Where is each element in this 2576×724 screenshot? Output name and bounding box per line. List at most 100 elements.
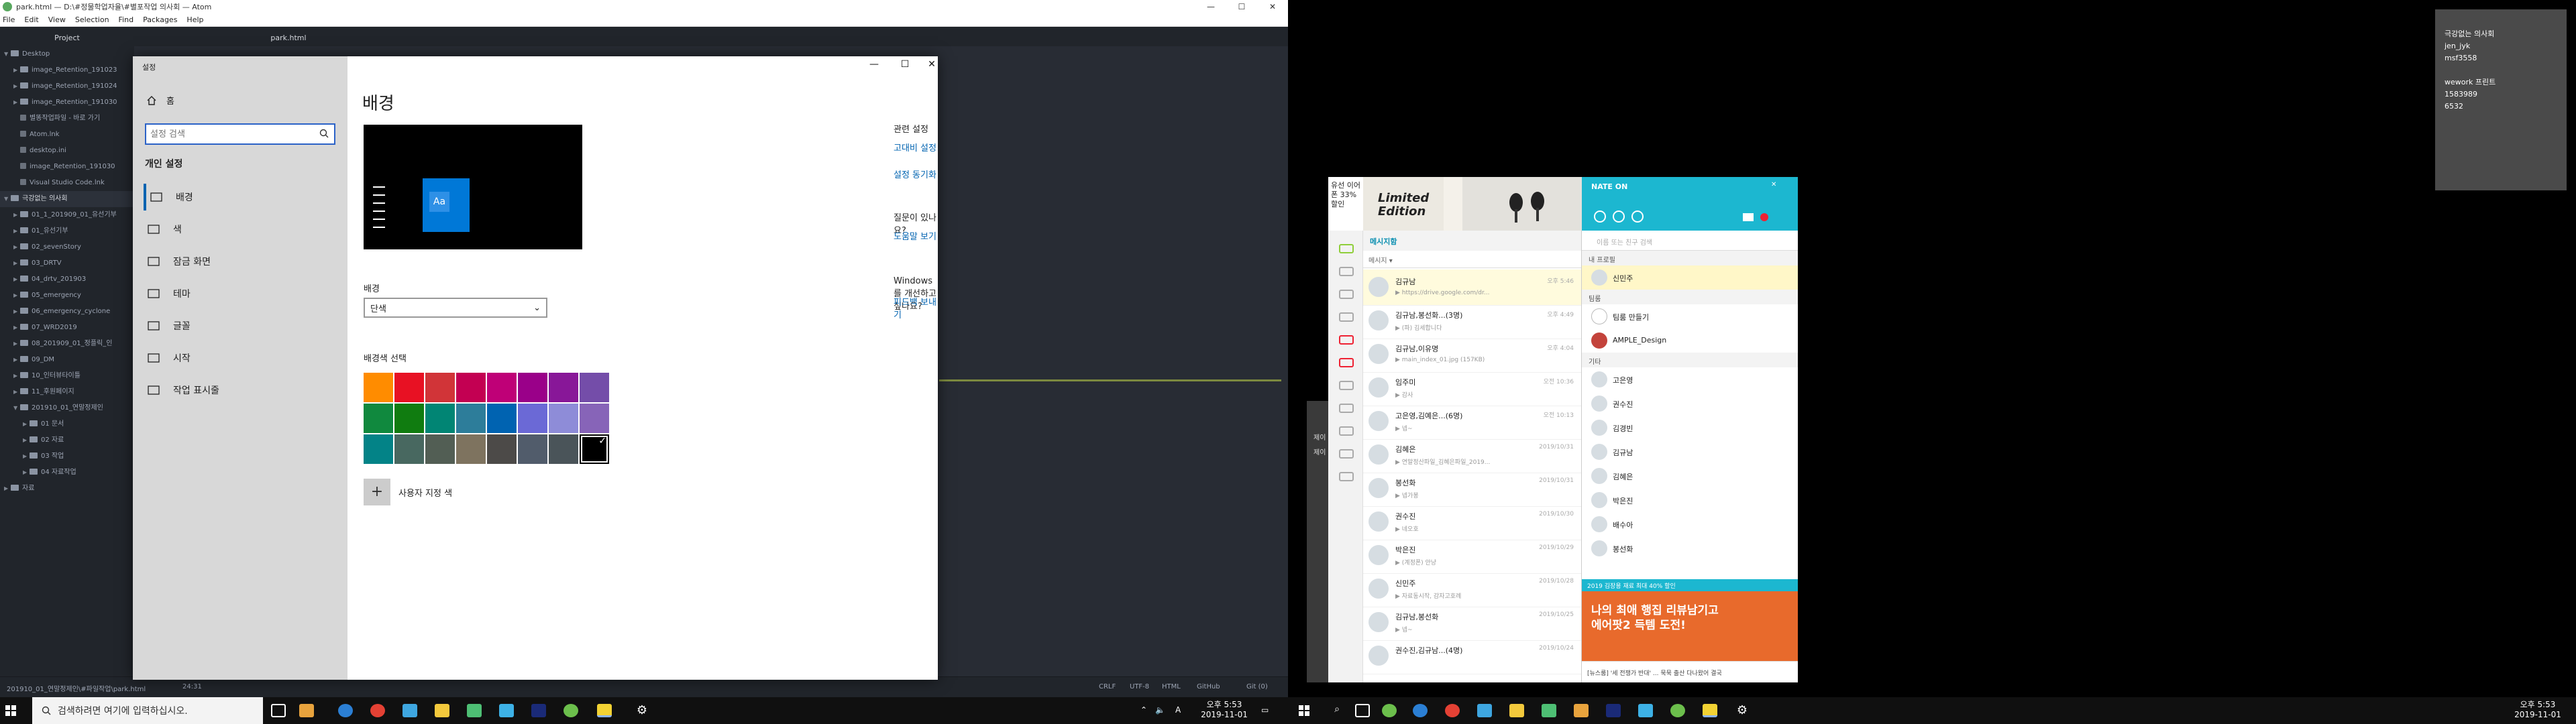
menu-edit[interactable]: Edit	[24, 15, 38, 24]
color-swatch[interactable]	[549, 434, 578, 464]
message-row[interactable]: 김규남 ▶ https://drive.google.com/dr... 오후 5:…	[1363, 269, 1581, 306]
color-swatch[interactable]	[549, 404, 578, 433]
friend-row[interactable]: 김경빈	[1582, 416, 1798, 440]
color-swatch[interactable]	[425, 373, 455, 402]
tree-folder[interactable]: ▶ image_Retention_191023	[0, 62, 134, 78]
team-row[interactable]: AMPLE_Design	[1582, 328, 1798, 353]
color-swatch[interactable]	[394, 434, 424, 464]
ime-indicator[interactable]: A	[1175, 705, 1181, 715]
menu-view[interactable]: View	[48, 15, 66, 24]
menu-packages[interactable]: Packages	[143, 15, 177, 24]
message-row[interactable]: 권수진 ▶ 네오호 2019/10/30	[1363, 504, 1581, 540]
tree-file[interactable]: Visual Studio Code.lnk	[0, 175, 134, 191]
photoshop-icon[interactable]	[531, 704, 546, 717]
section-my-profile[interactable]: 내 프로필	[1582, 251, 1798, 265]
color-swatch[interactable]	[518, 434, 547, 464]
tree-folder[interactable]: ▶ 03 작업	[0, 448, 134, 465]
menu-help[interactable]: Help	[186, 15, 203, 24]
color-swatch[interactable]	[456, 404, 486, 433]
tree-file[interactable]: desktop.ini	[0, 143, 134, 159]
tray-chevron-icon[interactable]: ⌃	[1140, 705, 1147, 715]
news-ticker[interactable]: [뉴스룸] '세 전쟁가 반대' ... 묵묵 출산 다나왔어 결국	[1582, 661, 1798, 682]
color-swatch[interactable]	[487, 434, 517, 464]
settings-nav-item[interactable]: 테마	[146, 280, 341, 307]
sticky-notes-icon[interactable]	[1509, 704, 1524, 717]
task-view-icon[interactable]	[1355, 704, 1370, 717]
sticky-notes-icon[interactable]	[435, 704, 449, 717]
status-line-ending[interactable]: CRLF	[1099, 683, 1116, 690]
tree-file[interactable]: image_Retention_191030	[0, 159, 134, 175]
message-row[interactable]: 김규남,이유명 ▶ main_index_01.jpg (157KB) 오후 4:0…	[1363, 337, 1581, 373]
bottom-ad-banner[interactable]: 나의 최애 행집 리뷰남기고 에어팟2 득템 도전!	[1582, 591, 1798, 661]
status-cursor[interactable]: 24:31	[182, 683, 202, 690]
friend-row[interactable]: 김혜은	[1582, 464, 1798, 488]
settings-nav-item[interactable]: 글꼴	[146, 312, 341, 339]
message-row[interactable]: 임주미 ▶ 감사 오전 10:36	[1363, 370, 1581, 406]
menu-find[interactable]: Find	[119, 15, 134, 24]
app-icon[interactable]	[1638, 704, 1653, 717]
notification-center-icon[interactable]: ▭	[1261, 705, 1269, 715]
color-swatch[interactable]	[487, 404, 517, 433]
message-row[interactable]: 김규남,봉선화...(3명) ▶ (파) 김세합니다 오후 4:49	[1363, 303, 1581, 339]
status-git[interactable]: Git (0)	[1246, 683, 1268, 690]
tab-project[interactable]: Project	[0, 32, 134, 45]
high-contrast-link[interactable]: 고대비 설정	[894, 141, 936, 154]
sticky-note[interactable]: 극강없는 의사회 jen_jyk msf3558 wework 프린트 1583…	[2435, 9, 2567, 190]
color-swatch[interactable]	[549, 373, 578, 402]
friend-row[interactable]: 고은영	[1582, 367, 1798, 391]
background-dropdown[interactable]: 단색 ⌄	[364, 298, 547, 318]
maximize-icon[interactable]: ☐	[1226, 0, 1257, 13]
11st-icon[interactable]	[1339, 358, 1354, 367]
chrome-icon[interactable]	[1445, 704, 1460, 717]
sync-settings-link[interactable]: 설정 동기화	[894, 168, 936, 180]
bell-icon[interactable]	[1339, 472, 1354, 481]
settings-nav-item[interactable]: 시작	[146, 345, 341, 371]
app-icon[interactable]	[402, 704, 417, 717]
color-swatch[interactable]	[364, 434, 393, 464]
tree-folder[interactable]: ▶ 04_drtv_201903	[0, 272, 134, 288]
message-row[interactable]: 신민주 ▶ 자료동시작, 감자고호례 2019/10/28	[1363, 571, 1581, 607]
color-swatch[interactable]	[456, 434, 486, 464]
create-team-room[interactable]: 팀룸 만들기	[1582, 304, 1798, 328]
gear-icon[interactable]: ⚙	[635, 704, 649, 717]
friend-row[interactable]: 신민주	[1582, 265, 1798, 290]
tree-folder[interactable]: ▶ 01 문서	[0, 416, 134, 432]
taskbar-search-box[interactable]: 검색하려면 여기에 입력하십시오.	[32, 697, 263, 724]
status-encoding[interactable]: UTF-8	[1130, 683, 1149, 690]
app-icon[interactable]	[1382, 704, 1397, 717]
note-icon[interactable]	[1339, 426, 1354, 436]
message-row[interactable]: 고은영,김예은...(6명) ▶ 넵~ 오전 10:13	[1363, 404, 1581, 440]
folder-icon[interactable]	[1339, 312, 1354, 322]
tree-folder[interactable]: ▶ 05_emergency	[0, 288, 134, 304]
color-swatch[interactable]	[364, 373, 393, 402]
friend-row[interactable]: 박은진	[1582, 488, 1798, 512]
edge-icon[interactable]	[1413, 704, 1428, 717]
section-others[interactable]: 기타	[1582, 353, 1798, 367]
feedback-link[interactable]: 피드백 보내기	[894, 295, 938, 320]
color-swatch[interactable]	[580, 373, 609, 402]
file-explorer-icon[interactable]	[1574, 704, 1589, 717]
calendar-icon[interactable]	[1339, 267, 1354, 276]
message-icon[interactable]	[1339, 244, 1354, 253]
color-swatch[interactable]	[425, 434, 455, 464]
color-swatch[interactable]	[394, 373, 424, 402]
settings-nav-item[interactable]: 배경	[144, 184, 338, 210]
tree-folder[interactable]: ▶ 01_1_201909_01_유선기부	[0, 207, 134, 223]
task-view-icon[interactable]	[271, 704, 286, 717]
color-swatch[interactable]	[456, 373, 486, 402]
status-grammar[interactable]: HTML	[1162, 683, 1181, 690]
settings-nav-item[interactable]: 작업 표시줄	[146, 377, 341, 404]
minimize-icon[interactable]: —	[1195, 0, 1226, 13]
app-icon[interactable]	[467, 704, 482, 717]
taskbar-clock[interactable]: 오후 5:53 2019-11-01	[1195, 700, 1253, 720]
color-swatch[interactable]	[518, 404, 547, 433]
menu-selection[interactable]: Selection	[75, 15, 109, 24]
friend-row[interactable]: 봉선화	[1582, 536, 1798, 560]
top-ad-banner[interactable]: 유선 이어폰 33% 할인 Limited Edition	[1328, 177, 1582, 231]
message-filter-dropdown[interactable]: 메시지 ▾	[1363, 251, 1581, 268]
friend-row[interactable]: 배수아	[1582, 512, 1798, 536]
message-row[interactable]: 김혜은 ▶ 연말정산파일_김혜은파일_2019... 2019/10/31	[1363, 437, 1581, 473]
close-icon[interactable]: ✕	[922, 59, 942, 70]
menu-file[interactable]: File	[3, 15, 15, 24]
tab-park-html[interactable]: park.html	[221, 32, 356, 45]
